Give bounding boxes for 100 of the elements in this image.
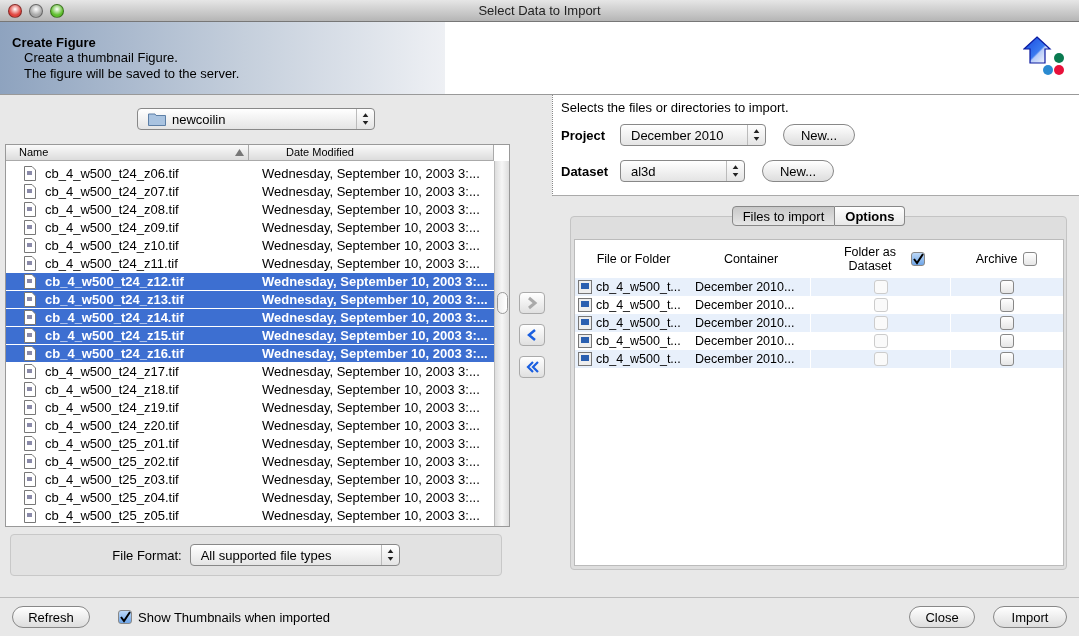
file-row[interactable]: cb_4_w500_t24_z12.tif Wednesday, September 10, 2003 3:...	[6, 273, 494, 291]
file-row[interactable]: cb_4_w500_t25_z02.tif Wednesday, September 10, 2003 3:...	[6, 453, 494, 471]
file-icon	[24, 454, 36, 469]
file-row[interactable]: cb_4_w500_t24_z17.tif Wednesday, September 10, 2003 3:...	[6, 363, 494, 381]
file-row[interactable]: cb_4_w500_t24_z20.tif Wednesday, September 10, 2003 3:...	[6, 417, 494, 435]
file-name: cb_4_w500_t24_z07.tif	[44, 184, 180, 199]
file-name: cb_4_w500_t24_z19.tif	[44, 400, 180, 415]
file-row[interactable]: cb_4_w500_t24_z06.tif Wednesday, September 10, 2003 3:...	[6, 165, 494, 183]
container-cell-text: December 2010...	[694, 352, 796, 366]
archive-checkbox[interactable]	[1000, 280, 1014, 294]
file-icon	[24, 328, 36, 343]
tab[interactable]: Options	[835, 206, 906, 226]
sort-ascending-icon	[235, 149, 244, 156]
image-file-icon	[578, 298, 592, 312]
file-row[interactable]: cb_4_w500_t24_z09.tif Wednesday, September 10, 2003 3:...	[6, 219, 494, 237]
archive-checkbox[interactable]	[1000, 298, 1014, 312]
close-button[interactable]	[8, 4, 22, 18]
tab[interactable]: Files to import	[731, 206, 836, 226]
file-cell: cb_4_w500_t...	[575, 298, 692, 312]
file-row[interactable]: cb_4_w500_t25_z01.tif Wednesday, September 10, 2003 3:...	[6, 435, 494, 453]
header-title: Create Figure	[12, 35, 97, 50]
file-name: cb_4_w500_t24_z10.tif	[44, 238, 180, 253]
file-name: cb_4_w500_t24_z12.tif	[44, 274, 185, 289]
image-file-icon	[578, 280, 592, 294]
file-row[interactable]: cb_4_w500_t24_z07.tif Wednesday, September 10, 2003 3:...	[6, 183, 494, 201]
date-modified: Wednesday, September 10, 2003 3:...	[262, 454, 480, 469]
date-modified: Wednesday, September 10, 2003 3:...	[262, 400, 480, 415]
file-row[interactable]: cb_4_w500_t24_z18.tif Wednesday, September 10, 2003 3:...	[6, 381, 494, 399]
archive-checkbox[interactable]	[1000, 316, 1014, 330]
date-modified: Wednesday, September 10, 2003 3:...	[262, 310, 488, 325]
scrollbar[interactable]	[494, 161, 509, 526]
date-modified: Wednesday, September 10, 2003 3:...	[262, 364, 480, 379]
file-cell: cb_4_w500_t...	[575, 352, 692, 366]
file-icon	[24, 400, 36, 415]
file-icon	[24, 346, 36, 361]
file-format-dropdown[interactable]: All supported file types	[189, 544, 400, 566]
dataset-dropdown[interactable]: al3d	[620, 160, 745, 182]
date-modified: Wednesday, September 10, 2003 3:...	[262, 490, 480, 505]
file-format-label: File Format:	[112, 547, 182, 563]
file-row[interactable]: cb_4_w500_t24_z08.tif Wednesday, September 10, 2003 3:...	[6, 201, 494, 219]
container-cell-text: December 2010...	[694, 334, 796, 348]
file-icon	[24, 184, 36, 199]
file-icon	[24, 274, 36, 289]
column-header: Archive	[975, 252, 1018, 266]
file-row[interactable]: cb_4_w500_t24_z16.tif Wednesday, September 10, 2003 3:...	[6, 345, 494, 363]
file-icon	[24, 220, 36, 235]
container-cell-text: December 2010...	[694, 316, 796, 330]
file-row[interactable]: cb_4_w500_t25_z03.tif Wednesday, September 10, 2003 3:...	[6, 471, 494, 489]
column-header: File or Folder	[596, 252, 671, 266]
file-name: cb_4_w500_t25_z05.tif	[44, 508, 180, 523]
file-row[interactable]: cb_4_w500_t24_z10.tif Wednesday, September 10, 2003 3:...	[6, 237, 494, 255]
date-modified: Wednesday, September 10, 2003 3:...	[262, 292, 488, 307]
file-name: cb_4_w500_t24_z13.tif	[44, 292, 185, 307]
file-icon	[24, 382, 36, 397]
field-label: Project	[561, 127, 607, 143]
project-dropdown[interactable]: December 2010	[620, 124, 766, 146]
header-checkbox[interactable]	[1023, 252, 1038, 266]
file-row[interactable]: cb_4_w500_t24_z11.tif Wednesday, September 10, 2003 3:...	[6, 255, 494, 273]
file-name: cb_4_w500_t25_z03.tif	[44, 472, 180, 487]
file-row[interactable]: cb_4_w500_t24_z19.tif Wednesday, September 10, 2003 3:...	[6, 399, 494, 417]
minimize-button[interactable]	[29, 4, 43, 18]
file-row[interactable]: cb_4_w500_t24_z14.tif Wednesday, September 10, 2003 3:...	[6, 309, 494, 327]
file-icon	[24, 238, 36, 253]
file-icon	[24, 508, 36, 523]
file-row[interactable]: cb_4_w500_t25_z04.tif Wednesday, September 10, 2003 3:...	[6, 489, 494, 507]
zoom-button[interactable]	[50, 4, 64, 18]
column-header: Container	[723, 252, 779, 266]
file-row[interactable]: cb_4_w500_t24_z13.tif Wednesday, September 10, 2003 3:...	[6, 291, 494, 309]
file-name: cb_4_w500_t24_z15.tif	[44, 328, 185, 343]
new-button[interactable]: New...	[783, 124, 855, 146]
remove-button[interactable]	[519, 324, 545, 346]
image-file-icon	[578, 352, 592, 366]
remove-all-button[interactable]	[519, 356, 545, 378]
container-cell-text: December 2010...	[694, 298, 796, 312]
column-header[interactable]: Name	[6, 145, 249, 160]
date-modified: Wednesday, September 10, 2003 3:...	[262, 346, 488, 361]
new-button[interactable]: New...	[762, 160, 834, 182]
column-header[interactable]: Date Modified	[249, 145, 494, 160]
folder-dropdown[interactable]: newcoilin	[137, 108, 375, 130]
folder-icon	[148, 112, 166, 126]
thumbnails-checkbox[interactable]	[118, 610, 132, 624]
scrollbar-thumb[interactable]	[497, 292, 508, 314]
file-icon	[24, 310, 36, 325]
window-title: Select Data to Import	[478, 3, 601, 18]
archive-checkbox[interactable]	[1000, 334, 1014, 348]
file-cell: cb_4_w500_t...	[575, 334, 692, 348]
archive-checkbox[interactable]	[1000, 352, 1014, 366]
refresh-button[interactable]: Refresh	[12, 606, 90, 628]
file-row[interactable]: cb_4_w500_t24_z15.tif Wednesday, September 10, 2003 3:...	[6, 327, 494, 345]
file-row[interactable]: cb_4_w500_t25_z05.tif Wednesday, September 10, 2003 3:...	[6, 507, 494, 525]
double-chevron-left-icon	[525, 360, 539, 374]
date-modified: Wednesday, September 10, 2003 3:...	[262, 202, 480, 217]
close-button[interactable]: Close	[909, 606, 975, 628]
header-description: Create a thumbnail Figure.	[23, 50, 179, 66]
date-modified: Wednesday, September 10, 2003 3:...	[262, 256, 480, 271]
instruction-text: Selects the files or directories to import.	[561, 100, 790, 115]
header-checkbox[interactable]	[911, 252, 925, 266]
container-cell-text: December 2010...	[694, 280, 796, 294]
file-name: cb_4_w500_t24_z16.tif	[44, 346, 185, 361]
import-button[interactable]: Import	[993, 606, 1067, 628]
